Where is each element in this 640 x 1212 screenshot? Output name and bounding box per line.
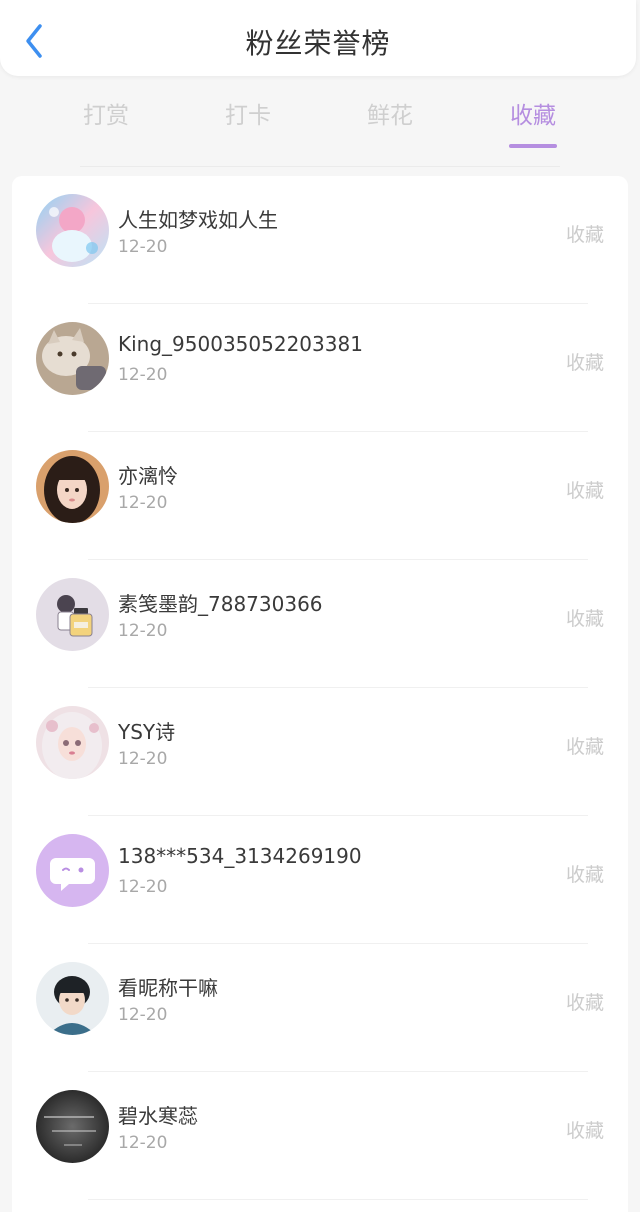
doll-avatar-icon bbox=[36, 706, 109, 779]
fan-action-label: 收藏 bbox=[565, 608, 604, 630]
list-item[interactable]: 碧水寒蕊 12-20 收藏 bbox=[12, 1072, 628, 1200]
tab-checkin[interactable]: 打卡 bbox=[198, 96, 298, 130]
tab-favorites[interactable]: 收藏 bbox=[483, 96, 583, 148]
fan-date: 12-20 bbox=[118, 493, 168, 513]
fan-action-label: 收藏 bbox=[565, 736, 604, 758]
list-item[interactable]: 看昵称干嘛 12-20 收藏 bbox=[12, 944, 628, 1072]
fan-action-label: 收藏 bbox=[565, 224, 604, 246]
fan-name: YSY诗 bbox=[118, 720, 176, 744]
list-item[interactable]: King_950035052203381 12-20 收藏 bbox=[12, 304, 628, 432]
fan-name: 看昵称干嘛 bbox=[118, 976, 218, 1000]
tab-favorites-label: 收藏 bbox=[510, 103, 556, 129]
girl-portrait-avatar-icon bbox=[36, 450, 109, 523]
fan-list: 人生如梦戏如人生 12-20 收藏 King_950035052203381 1… bbox=[12, 176, 628, 1212]
tab-bar: 打赏 打卡 鲜花 收藏 bbox=[0, 90, 640, 150]
fan-date: 12-20 bbox=[118, 877, 168, 897]
list-item[interactable]: 亦漓怜 12-20 收藏 bbox=[12, 432, 628, 560]
avatar[interactable] bbox=[36, 706, 109, 779]
list-item[interactable]: 人生如梦戏如人生 12-20 收藏 bbox=[12, 176, 628, 304]
row-divider bbox=[88, 1199, 588, 1200]
avatar[interactable] bbox=[36, 450, 109, 523]
fan-action-label: 收藏 bbox=[565, 992, 604, 1014]
avatar[interactable] bbox=[36, 578, 109, 651]
fan-date: 12-20 bbox=[118, 621, 168, 641]
tab-reward[interactable]: 打赏 bbox=[56, 96, 156, 130]
tab-flowers[interactable]: 鲜花 bbox=[340, 96, 440, 130]
chat-bubble-avatar-icon bbox=[36, 834, 109, 907]
fan-name: 人生如梦戏如人生 bbox=[118, 208, 278, 232]
list-item[interactable]: 138***534_3134269190 12-20 收藏 bbox=[12, 816, 628, 944]
page-title: 粉丝荣誉榜 bbox=[245, 27, 391, 60]
fan-date: 12-20 bbox=[118, 365, 168, 385]
avatar[interactable] bbox=[36, 834, 109, 907]
avatar[interactable] bbox=[36, 1090, 109, 1163]
list-item[interactable]: YSY诗 12-20 收藏 bbox=[12, 688, 628, 816]
fan-name: 碧水寒蕊 bbox=[118, 1104, 198, 1128]
avatar[interactable] bbox=[36, 962, 109, 1035]
grayscale-photo-avatar-icon bbox=[36, 1090, 109, 1163]
top-bar: 粉丝荣誉榜 bbox=[0, 0, 636, 76]
active-tab-indicator bbox=[509, 144, 557, 148]
tab-divider bbox=[80, 166, 560, 167]
fan-date: 12-20 bbox=[118, 237, 168, 257]
fan-action-label: 收藏 bbox=[565, 1120, 604, 1142]
fan-name: 素笺墨韵_788730366 bbox=[118, 592, 323, 616]
fan-name: King_950035052203381 bbox=[118, 332, 363, 356]
list-item[interactable]: 素笺墨韵_788730366 12-20 收藏 bbox=[12, 560, 628, 688]
fan-name: 亦漓怜 bbox=[118, 464, 178, 488]
fan-name: 138***534_3134269190 bbox=[118, 844, 362, 868]
fan-honor-page: 粉丝荣誉榜 打赏 打卡 鲜花 收藏 人生如梦戏如人生 12-20 收藏 King… bbox=[0, 0, 640, 1212]
avatar[interactable] bbox=[36, 194, 109, 267]
fan-action-label: 收藏 bbox=[565, 352, 604, 374]
fan-date: 12-20 bbox=[118, 1005, 168, 1025]
fan-date: 12-20 bbox=[118, 749, 168, 769]
anime-girl-avatar-icon bbox=[36, 194, 109, 267]
boy-portrait-avatar-icon bbox=[36, 962, 109, 1035]
fan-action-label: 收藏 bbox=[565, 480, 604, 502]
fan-date: 12-20 bbox=[118, 1133, 168, 1153]
fan-action-label: 收藏 bbox=[565, 864, 604, 886]
perfume-illustration-avatar-icon bbox=[36, 578, 109, 651]
cat-avatar-icon bbox=[36, 322, 109, 395]
avatar[interactable] bbox=[36, 322, 109, 395]
